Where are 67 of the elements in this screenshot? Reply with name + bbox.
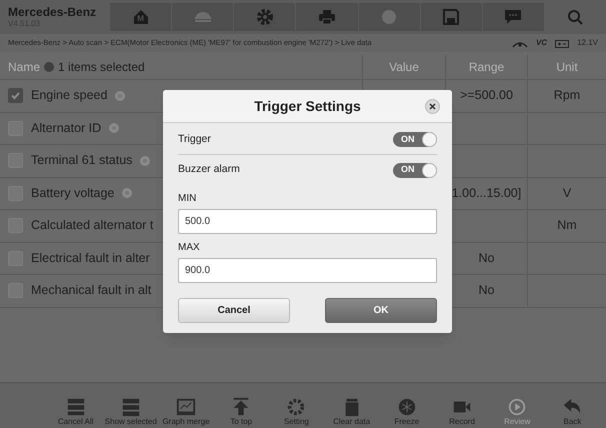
close-icon <box>429 103 436 110</box>
field-label: MIN <box>178 192 198 206</box>
range-cell-text: No <box>478 250 494 267</box>
parameter-name: Calculated alternator t <box>31 217 154 234</box>
parameter-name: Electrical fault in alter <box>31 250 150 267</box>
close-button[interactable] <box>425 99 440 114</box>
input-field[interactable]: 900.0 <box>178 258 437 283</box>
parameter-name: Alternator ID <box>31 120 102 137</box>
range-cell-text: >=500.00 <box>460 87 513 104</box>
column-header: Unit <box>556 59 578 76</box>
voltage-reading: 12.1V <box>577 37 598 49</box>
toggle-label: Trigger <box>178 132 211 147</box>
toolbar-button[interactable]: Show selected <box>103 382 158 426</box>
chat-icon <box>504 8 522 26</box>
column-header: Name <box>8 59 40 76</box>
chart-icon <box>176 397 196 417</box>
dropdown-icon[interactable] <box>109 123 120 134</box>
search-icon <box>566 8 584 26</box>
checkbox[interactable] <box>8 88 23 104</box>
toolbar-button[interactable]: Cancel All <box>48 382 104 426</box>
parameter-name: Engine speed <box>31 87 108 104</box>
column-header: Range <box>468 59 504 76</box>
battery-icon <box>555 38 570 48</box>
arrow-up-icon <box>231 397 252 417</box>
parameter-name: Mechanical fault in alt <box>31 282 152 300</box>
dropdown-icon[interactable] <box>115 90 126 101</box>
app-title: Mercedes-Benz <box>8 5 98 19</box>
save-button[interactable] <box>420 3 483 31</box>
range-cell-text: 1.00...15.00] <box>452 184 522 202</box>
toggle-switch[interactable]: ON <box>393 132 437 147</box>
input-field[interactable]: 500.0 <box>178 209 437 234</box>
unit-cell-text: Rpm <box>554 87 580 104</box>
field-label: MAX <box>178 241 201 255</box>
toolbar-button[interactable]: To top <box>214 382 269 426</box>
column-header: Value <box>389 59 419 76</box>
toggle-switch[interactable]: ON <box>393 162 437 178</box>
cancel-button[interactable]: Cancel <box>178 298 290 323</box>
toolbar-button[interactable]: Clear data <box>324 382 380 426</box>
parameter-name: Battery voltage <box>31 184 114 202</box>
unit-cell-text: V <box>562 184 572 202</box>
printer-button[interactable] <box>296 3 358 31</box>
selection-count: 1 items selected <box>58 59 145 76</box>
snowflake-icon <box>396 397 417 417</box>
unit-cell-text: Nm <box>557 217 577 234</box>
toolbar-button[interactable]: Graph merge <box>158 382 214 426</box>
toolbar-button[interactable]: Record <box>434 382 490 426</box>
help-icon <box>380 8 398 26</box>
printer-icon <box>318 8 336 26</box>
dialog-title: Trigger Settings <box>254 96 361 116</box>
chat-button[interactable] <box>482 3 545 31</box>
play-icon <box>507 397 528 417</box>
parameter-name: Terminal 61 status <box>31 152 132 170</box>
home-icon <box>132 8 150 26</box>
dropdown-icon[interactable] <box>140 156 150 166</box>
list-icon <box>66 397 86 417</box>
toggle-label: Buzzer alarm <box>178 162 240 178</box>
info-icon <box>44 62 54 72</box>
vci-label: VC <box>536 37 548 49</box>
toolbar-button[interactable]: Back <box>544 382 600 426</box>
toolbar-button[interactable]: Setting <box>268 382 324 426</box>
save-icon <box>442 8 460 26</box>
ok-button[interactable]: OK <box>325 298 437 323</box>
checkmark-icon <box>10 90 21 102</box>
settings-button[interactable] <box>234 3 296 31</box>
range-cell-text: No <box>478 282 494 300</box>
dropdown-icon[interactable] <box>122 188 132 198</box>
toolbar-button[interactable]: Freeze <box>379 382 434 426</box>
